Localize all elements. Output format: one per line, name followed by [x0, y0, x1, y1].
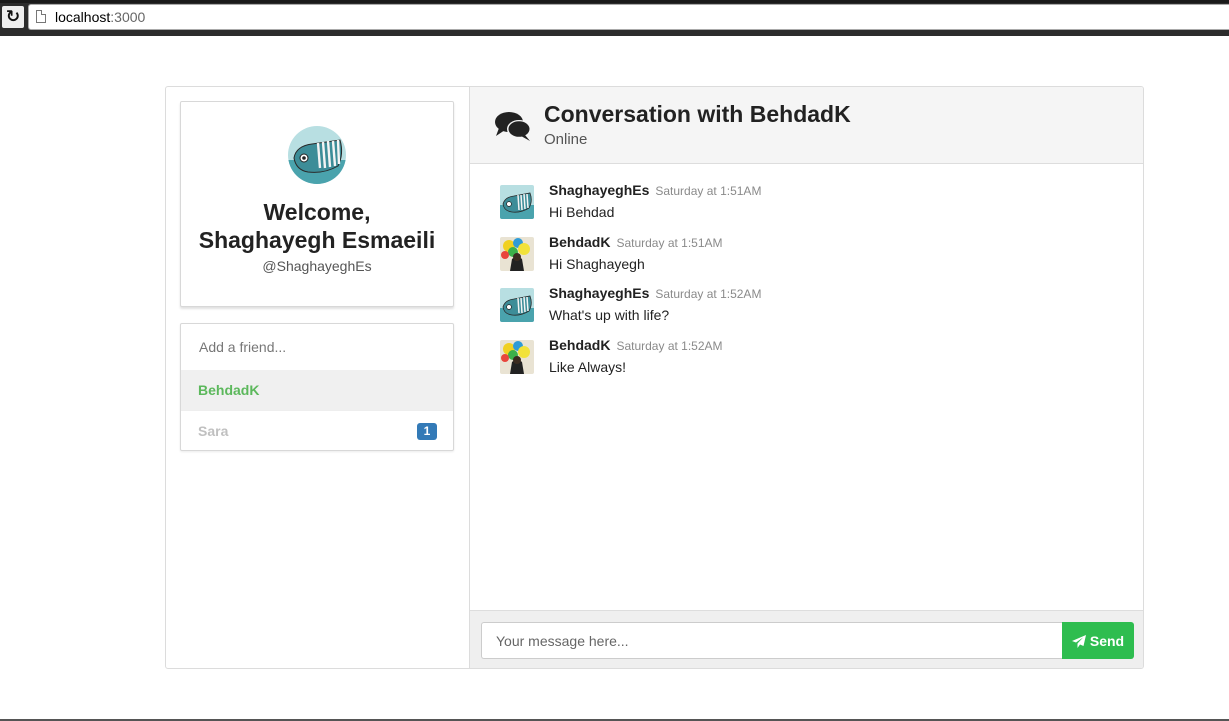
paper-plane-icon	[1071, 634, 1086, 648]
message-author: BehdadK Saturday at 1:51AM	[549, 234, 723, 250]
browser-toolbar: ↻ localhost:3000	[0, 0, 1229, 36]
welcome-line-1: Welcome,	[263, 199, 371, 225]
message-author: ShaghayeghEs Saturday at 1:51AM	[549, 182, 761, 198]
unread-badge: 1	[417, 423, 437, 440]
whale-avatar	[500, 185, 534, 219]
comments-icon	[494, 111, 532, 143]
sidebar: Welcome, Shaghayegh Esmaeili @Shaghayegh…	[166, 87, 470, 668]
author-name: ShaghayeghEs	[549, 285, 650, 301]
message-text: Like Always!	[549, 359, 627, 375]
message-list: ShaghayeghEs Saturday at 1:51AM Hi Behdad…	[470, 164, 1143, 610]
user-handle: @ShaghayeghEs	[262, 258, 372, 274]
message-author: ShaghayeghEs Saturday at 1:52AM	[549, 285, 761, 301]
message-time: Saturday at 1:52AM	[655, 287, 762, 301]
message-composer: Send	[470, 610, 1143, 668]
message-text: Hi Behdad	[549, 204, 615, 220]
message-item: ShaghayeghEs Saturday at 1:52AM What's up…	[500, 281, 1100, 325]
whale-avatar	[500, 288, 534, 322]
message-text: Hi Shaghayegh	[549, 256, 645, 272]
conversation-status: Online	[544, 131, 588, 148]
conversation-header: Conversation with BehdadK Online	[470, 87, 1143, 164]
welcome-user-name: Shaghayegh Esmaeili	[198, 227, 436, 253]
friend-item-behdadk[interactable]: BehdadK	[181, 370, 453, 410]
url-text: localhost:3000	[55, 9, 145, 25]
url-host: localhost	[55, 9, 111, 25]
address-bar[interactable]: localhost:3000	[28, 4, 1229, 30]
message-text: What's up with life?	[549, 307, 670, 323]
friend-name: BehdadK	[198, 382, 260, 398]
toolbar-edge	[0, 0, 1229, 3]
profile-card: Welcome, Shaghayegh Esmaeili @Shaghayegh…	[180, 101, 454, 307]
message-time: Saturday at 1:51AM	[616, 236, 723, 250]
friend-name: Sara	[198, 423, 229, 439]
welcome-heading: Welcome, Shaghayegh Esmaeili	[181, 198, 453, 254]
author-name: BehdadK	[549, 337, 611, 353]
author-name: BehdadK	[549, 234, 611, 250]
add-friend-input[interactable]	[181, 324, 453, 370]
balloons-avatar	[500, 340, 534, 374]
friends-list: BehdadK Sara 1	[180, 323, 454, 451]
conversation-panel: Conversation with BehdadK Online Shaghay…	[470, 87, 1143, 668]
message-time: Saturday at 1:51AM	[655, 184, 762, 198]
author-name: ShaghayeghEs	[549, 182, 650, 198]
conversation-title: Conversation with BehdadK	[544, 101, 851, 127]
message-time: Saturday at 1:52AM	[616, 339, 723, 353]
message-input[interactable]	[481, 622, 1063, 659]
page-icon	[36, 10, 46, 23]
balloons-avatar	[500, 237, 534, 271]
user-avatar	[288, 126, 346, 184]
url-port: :3000	[110, 9, 146, 25]
message-item: BehdadK Saturday at 1:51AM Hi Shaghayegh	[500, 230, 1100, 274]
message-item: BehdadK Saturday at 1:52AM Like Always!	[500, 333, 1100, 377]
friend-item-sara[interactable]: Sara 1	[181, 410, 453, 450]
chat-app: Welcome, Shaghayegh Esmaeili @Shaghayegh…	[165, 86, 1144, 669]
message-author: BehdadK Saturday at 1:52AM	[549, 337, 723, 353]
send-label: Send	[1089, 632, 1125, 649]
reload-icon[interactable]: ↻	[2, 6, 24, 28]
send-button[interactable]: Send	[1062, 622, 1134, 659]
message-item: ShaghayeghEs Saturday at 1:51AM Hi Behdad	[500, 178, 1100, 222]
